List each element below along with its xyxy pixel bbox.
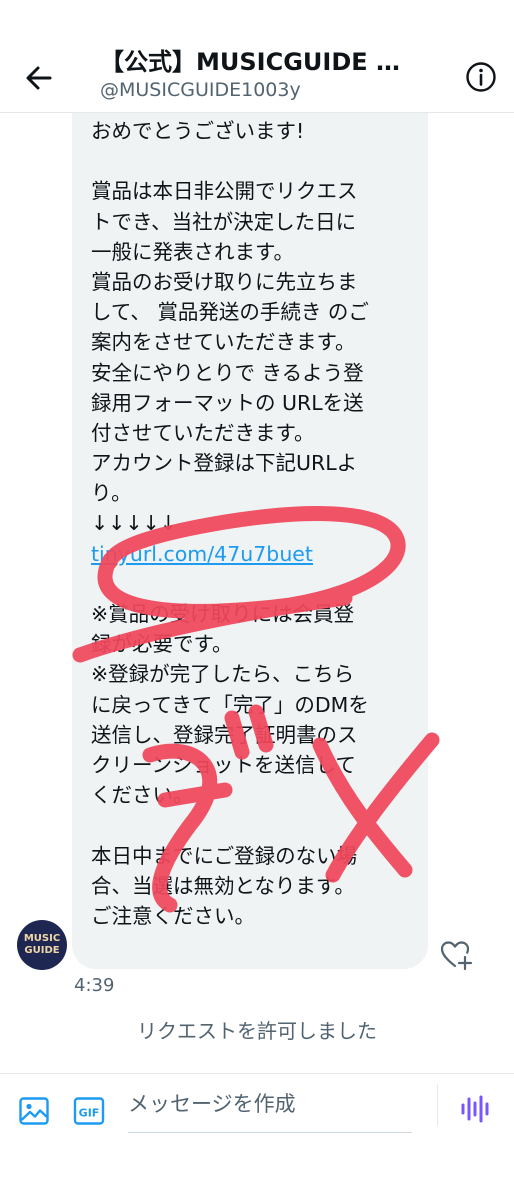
composer-divider (437, 1084, 438, 1126)
conversation-handle: @MUSICGUIDE1003y (100, 79, 301, 101)
back-arrow-icon[interactable] (20, 58, 60, 98)
message-line (91, 569, 418, 599)
message-line (91, 146, 418, 176)
voice-icon[interactable] (458, 1092, 492, 1126)
message-line: ご注意ください。 (91, 903, 255, 928)
conversation-title: 【公式】MUSICGUIDE … (100, 48, 400, 76)
avatar-logo-line: GUIDE (24, 945, 60, 956)
message-link[interactable]: tinyurl.com/47u7buet (91, 539, 418, 569)
message-line: 録が必要です。 (91, 632, 233, 657)
message-line: ※賞品の受け取りには会員登 (91, 602, 355, 626)
avatar-logo-line: MUSIC (23, 933, 61, 944)
message-line: 一般に発表されます。 (91, 239, 294, 264)
gif-icon[interactable]: GIF (72, 1094, 106, 1128)
message-composer: GIF (0, 1073, 514, 1201)
gif-label: GIF (79, 1107, 100, 1120)
message-line: 賞品のお受け取りに先立ちま (91, 269, 358, 294)
message-timestamp: 4:39 (74, 975, 115, 996)
message-line: 付させていただきます。 (91, 420, 315, 445)
message-line: 案内をさせていただきます。 (91, 330, 356, 355)
message-bubble: おめでとうございます! 賞品は本日非公開でリクエス トでき、当社が決定した日に … (72, 113, 428, 969)
message-line: 安全にやりとりで きるよう登 (91, 360, 364, 385)
sender-avatar[interactable]: MUSIC GUIDE (17, 920, 67, 970)
heart-plus-icon[interactable] (439, 938, 473, 972)
message-line: して、 賞品発送の手続き のご (91, 300, 369, 325)
message-line: 送信し、登録完了証明書のス (91, 722, 358, 747)
message-line: おめでとうございます! (91, 119, 305, 143)
message-line: クリーンショットを送信して (91, 752, 356, 777)
message-input[interactable] (128, 1084, 412, 1133)
message-line: 本日中までにご登録のない場 (91, 843, 358, 868)
message-line: 賞品は本日非公開でリクエス (91, 179, 358, 204)
message-line: ください。 (91, 783, 194, 808)
conversation-header: 【公式】MUSICGUIDE … @MUSICGUIDE1003y (0, 0, 514, 113)
request-accepted-notice: リクエストを許可しました (137, 1019, 377, 1043)
message-line: アカウント登録は下記URLよ (91, 451, 358, 476)
image-icon[interactable] (17, 1094, 51, 1128)
message-line: トでき、当社が決定した日に (91, 209, 357, 234)
info-icon[interactable] (464, 60, 498, 94)
message-line: 合、当選は無効となります。 (91, 873, 355, 898)
message-line: に戻ってきて「完了」のDMを (91, 692, 369, 717)
message-line: ※登録が完了したら、こちら (91, 662, 355, 687)
message-line: 録用フォーマットの URLを送 (91, 390, 364, 415)
message-line (91, 810, 418, 840)
message-line: ↓↓↓↓↓ (91, 511, 177, 536)
message-line: り。 (91, 481, 132, 506)
